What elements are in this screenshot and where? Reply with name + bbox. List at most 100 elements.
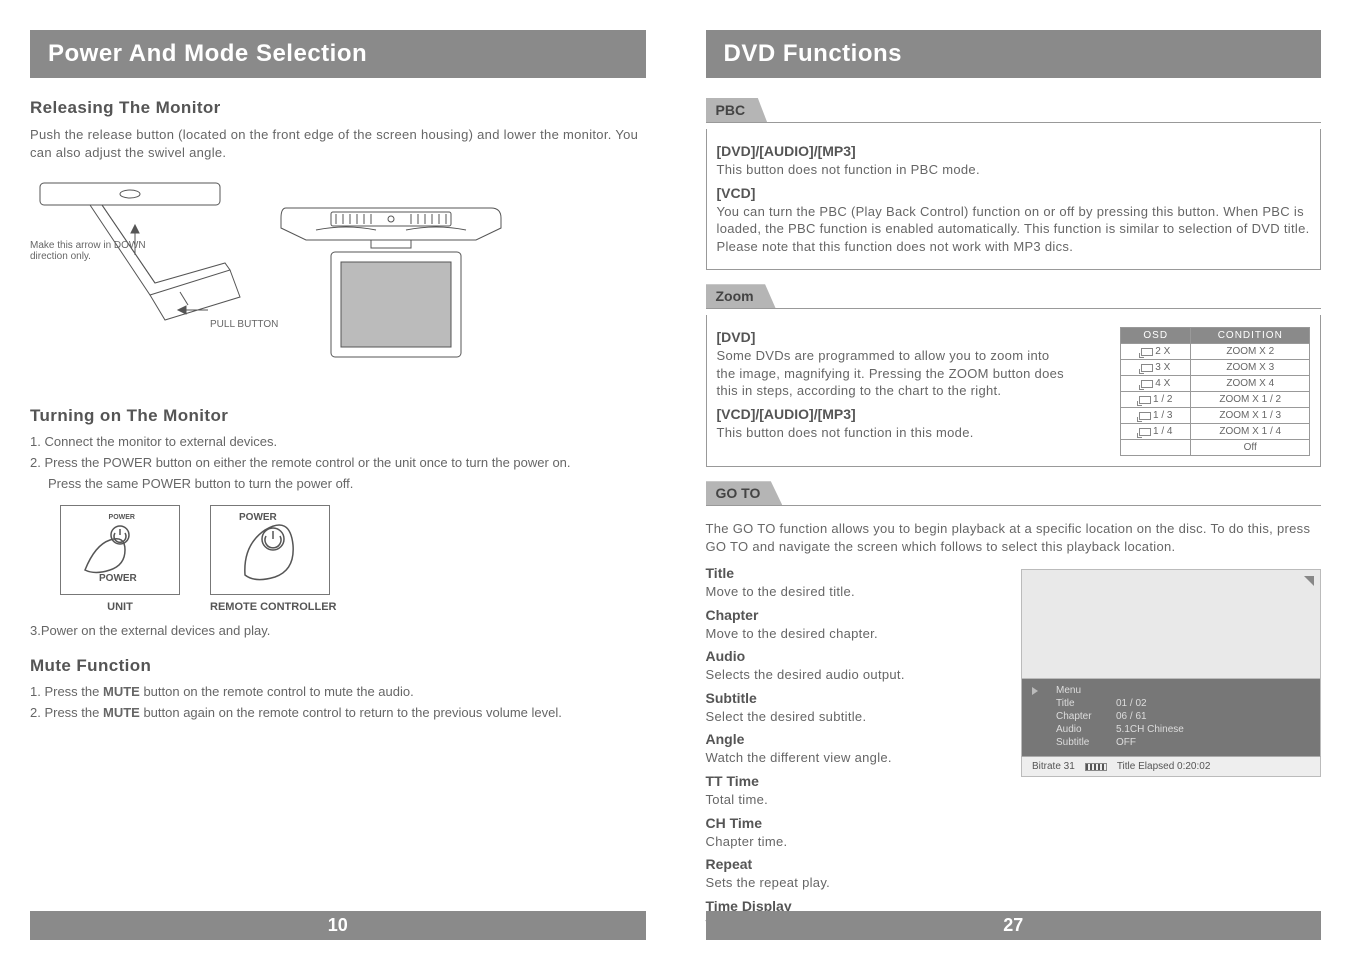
zoom-cond-4: ZOOM X 1 / 3 (1191, 408, 1310, 424)
page-title-right: DVD Functions (724, 40, 903, 67)
zoom-cond-3: ZOOM X 1 / 2 (1191, 392, 1310, 408)
play-icon (1032, 687, 1038, 695)
bitrate-label: Bitrate 31 (1032, 761, 1075, 772)
mute-2a: 2. Press the (30, 705, 103, 720)
unit-caption: UNIT (60, 601, 180, 613)
page-number-right: 27 (706, 911, 1322, 940)
bitrate-bars-icon (1085, 763, 1107, 771)
table-row: 1 / 3 ZOOM X 1 / 3 (1121, 408, 1310, 424)
goto-b-7: Sets the repeat play. (706, 874, 1002, 892)
magnify-icon (1141, 380, 1153, 388)
goto-h-2: Audio (706, 648, 1002, 664)
goto-tab-row: GO TO (706, 481, 1322, 506)
zoom-cond-5: ZOOM X 1 / 4 (1191, 424, 1310, 440)
unit-power-label-top: POWER (109, 514, 135, 521)
mute-1c: button on the remote control to mute the… (140, 684, 414, 699)
goto-intro: The GO TO function allows you to begin p… (706, 520, 1322, 555)
zoom-off: Off (1191, 440, 1310, 456)
turning-on-title: Turning on The Monitor (30, 406, 646, 426)
goto-menu-label: Menu (1056, 685, 1310, 696)
zoom-box: OSD CONDITION 2 XZOOM X 2 3 X ZOOM X 3 4 … (706, 315, 1322, 467)
table-row: Off (1121, 440, 1310, 456)
goto-screen-mock: Menu Title01 / 02 Chapter06 / 61 Audio5.… (1021, 569, 1321, 937)
unit-power-label: POWER (99, 573, 137, 584)
goto-h-1: Chapter (706, 607, 1002, 623)
goto-row-k-2: Audio (1056, 724, 1116, 735)
magnify-icon (1141, 364, 1153, 372)
goto-screen-status: Bitrate 31 Title Elapsed 0:20:02 (1021, 756, 1321, 777)
pull-button-label: PULL BUTTON (210, 319, 430, 330)
page-right: DVD Functions PBC [DVD]/[AUDIO]/[MP3] Th… (676, 0, 1351, 954)
releasing-title: Releasing The Monitor (30, 98, 646, 118)
zoom-cond-0: ZOOM X 2 (1191, 344, 1310, 360)
mute-1a: 1. Press the (30, 684, 103, 699)
zoom-th-cond: CONDITION (1191, 328, 1310, 344)
zoom-th-osd: OSD (1121, 328, 1191, 344)
goto-b-3: Select the desired subtitle. (706, 708, 1002, 726)
monitor-diagrams: Make this arrow in DOWN direction only. … (30, 175, 646, 388)
goto-definitions: Title Move to the desired title. Chapter… (706, 559, 1002, 937)
page-title-bar-right: DVD Functions (706, 30, 1322, 78)
table-row: 1 / 4 ZOOM X 1 / 4 (1121, 424, 1310, 440)
zoom-osd-4: 1 / 3 (1153, 410, 1172, 421)
zoom-osd-2: 4 X (1155, 378, 1170, 389)
goto-screen-top (1021, 569, 1321, 679)
goto-row-k-3: Subtitle (1056, 737, 1116, 748)
zoom-cond-2: ZOOM X 4 (1191, 376, 1310, 392)
page-peel-icon (1304, 576, 1314, 586)
mute-2c: button again on the remote control to re… (140, 705, 562, 720)
goto-tab: GO TO (706, 481, 783, 505)
power-diagram-row: POWER POWER UNIT POWER REMOTE CONTROLLER (60, 505, 646, 613)
page-left: Power And Mode Selection Releasing The M… (0, 0, 676, 954)
zoom-osd-5: 1 / 4 (1153, 426, 1172, 437)
turn-on-step-2b: Press the same POWER button to turn the … (30, 476, 646, 491)
goto-h-3: Subtitle (706, 690, 1002, 706)
zoom-osd-3: 1 / 2 (1153, 394, 1172, 405)
diagram-front-view (276, 200, 506, 370)
goto-h-4: Angle (706, 731, 1002, 747)
table-row: 4 X ZOOM X 4 (1121, 376, 1310, 392)
goto-screen-menu: Menu Title01 / 02 Chapter06 / 61 Audio5.… (1021, 679, 1321, 756)
zoom-table: OSD CONDITION 2 XZOOM X 2 3 X ZOOM X 3 4 … (1120, 327, 1310, 456)
unit-diagram-wrap: POWER POWER UNIT (60, 505, 180, 613)
goto-row-k-0: Title (1056, 698, 1116, 709)
arrow-down-note: Make this arrow in DOWN direction only. (30, 240, 160, 262)
goto-b-4: Watch the different view angle. (706, 749, 1002, 767)
table-row: 3 X ZOOM X 3 (1121, 360, 1310, 376)
page-title-bar: Power And Mode Selection (30, 30, 646, 78)
remote-power-icon (235, 515, 305, 585)
remote-diagram: POWER (210, 505, 330, 595)
mute-step-2: 2. Press the MUTE button again on the re… (30, 705, 646, 720)
pbc-vcd-body: You can turn the PBC (Play Back Control)… (717, 203, 1311, 256)
magnify-icon (1139, 412, 1151, 420)
pbc-tab-row: PBC (706, 98, 1322, 123)
goto-h-6: CH Time (706, 815, 1002, 831)
goto-h-5: TT Time (706, 773, 1002, 789)
page-number-left: 10 (30, 911, 646, 940)
elapsed-label: Title Elapsed 0:20:02 (1117, 761, 1211, 772)
goto-b-1: Move to the desired chapter. (706, 625, 1002, 643)
releasing-body: Push the release button (located on the … (30, 126, 646, 161)
goto-h-7: Repeat (706, 856, 1002, 872)
zoom-dvd-body: Some DVDs are programmed to allow you to… (717, 347, 1067, 400)
pbc-box: [DVD]/[AUDIO]/[MP3] This button does not… (706, 129, 1322, 270)
goto-box: The GO TO function allows you to begin p… (706, 512, 1322, 947)
magnify-icon (1139, 396, 1151, 404)
turn-on-step-2: 2. Press the POWER button on either the … (30, 455, 646, 470)
remote-caption: REMOTE CONTROLLER (210, 601, 337, 613)
remote-diagram-wrap: POWER REMOTE CONTROLLER (210, 505, 337, 613)
turn-on-step-3: 3.Power on the external devices and play… (30, 623, 646, 638)
table-row: 2 XZOOM X 2 (1121, 344, 1310, 360)
pbc-dvd-heading: [DVD]/[AUDIO]/[MP3] (717, 143, 1311, 159)
goto-row-v-0: 01 / 02 (1116, 698, 1310, 709)
goto-row-k-1: Chapter (1056, 711, 1116, 722)
zoom-cond-1: ZOOM X 3 (1191, 360, 1310, 376)
pbc-vcd-heading: [VCD] (717, 185, 1311, 201)
goto-b-0: Move to the desired title. (706, 583, 1002, 601)
goto-b-5: Total time. (706, 791, 1002, 809)
mute-2b: MUTE (103, 705, 140, 720)
zoom-osd-1: 3 X (1155, 362, 1170, 373)
goto-row-v-1: 06 / 61 (1116, 711, 1310, 722)
zoom-tab: Zoom (706, 284, 776, 308)
goto-columns: Title Move to the desired title. Chapter… (706, 559, 1322, 937)
